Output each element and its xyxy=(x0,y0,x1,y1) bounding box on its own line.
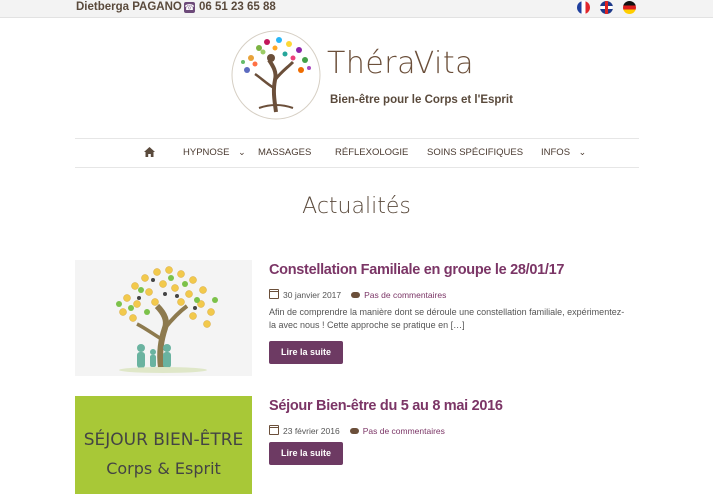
post-comments-link[interactable]: Pas de commentaires xyxy=(364,290,446,300)
phone-number[interactable]: 06 51 23 65 88 xyxy=(199,1,276,13)
post-date: 23 février 2016 xyxy=(283,426,340,436)
nav-item-label: SOINS SPÉCIFIQUES xyxy=(427,147,524,158)
brand-tagline: Bien-être pour le Corps et l'Esprit xyxy=(330,94,513,106)
home-icon[interactable] xyxy=(144,147,155,157)
logo-tree-icon[interactable] xyxy=(229,28,323,122)
calendar-icon xyxy=(269,425,279,435)
calendar-icon xyxy=(269,289,279,299)
post-comments-link[interactable]: Pas de commentaires xyxy=(363,426,445,436)
post-meta: 30 janvier 2017 Pas de commentaires xyxy=(269,289,446,300)
read-more-button[interactable]: Lire la suite xyxy=(269,442,343,465)
nav-item-massages[interactable]: MASSAGES xyxy=(258,147,311,158)
comments-icon xyxy=(349,428,359,434)
brand-name-part1: Théra xyxy=(327,46,414,81)
nav-item-reflexologie[interactable]: RÉFLEXOLOGIE xyxy=(335,147,408,158)
post-title[interactable]: Séjour Bien-être du 5 au 8 mai 2016 xyxy=(269,398,503,414)
nav-item-label: RÉFLEXOLOGIE xyxy=(335,147,409,158)
nav-item-label: HYPNOSE xyxy=(183,147,230,158)
nav-item-infos[interactable]: INFOS ⌄ xyxy=(541,147,586,158)
post-thumbnail-constellation[interactable] xyxy=(75,260,252,376)
sejour-image-heading: SÉJOUR BIEN-ÊTRE xyxy=(83,430,244,450)
read-more-button[interactable]: Lire la suite xyxy=(269,341,343,364)
family-tree-illustration xyxy=(116,266,218,373)
flag-fr-icon[interactable] xyxy=(577,1,590,14)
chevron-down-icon: ⌄ xyxy=(238,147,246,157)
chevron-down-icon: ⌄ xyxy=(578,147,587,157)
post-meta: 23 février 2016 Pas de commentaires xyxy=(269,425,445,436)
nav-item-soins-specifiques[interactable]: SOINS SPÉCIFIQUES xyxy=(427,147,523,158)
phone-icon: ☎ xyxy=(184,2,195,13)
post-title[interactable]: Constellation Familiale en groupe le 28/… xyxy=(269,262,564,278)
page-title: Actualités xyxy=(302,194,411,219)
brand-name-part2: Vita xyxy=(413,46,475,81)
comments-icon xyxy=(351,292,361,298)
brand-name[interactable]: ThéraVita xyxy=(327,46,474,81)
nav-item-label: INFOS xyxy=(541,147,571,158)
post-thumbnail-sejour[interactable]: SÉJOUR BIEN-ÊTRE Corps & Esprit xyxy=(75,396,252,494)
sejour-image-subheading: Corps & Esprit xyxy=(106,459,221,478)
flag-de-icon[interactable] xyxy=(623,1,636,14)
contact-name: Dietberga PAGANO xyxy=(76,1,182,13)
top-bar: Dietberga PAGANO ☎ 06 51 23 65 88 xyxy=(0,0,713,18)
post-date: 30 janvier 2017 xyxy=(283,290,342,300)
nav-item-hypnose[interactable]: HYPNOSE ⌄ xyxy=(183,147,246,158)
nav-item-label: MASSAGES xyxy=(258,147,312,158)
flag-uk-icon[interactable] xyxy=(600,1,613,14)
post-excerpt: Afin de comprendre la manière dont se dé… xyxy=(269,307,625,330)
